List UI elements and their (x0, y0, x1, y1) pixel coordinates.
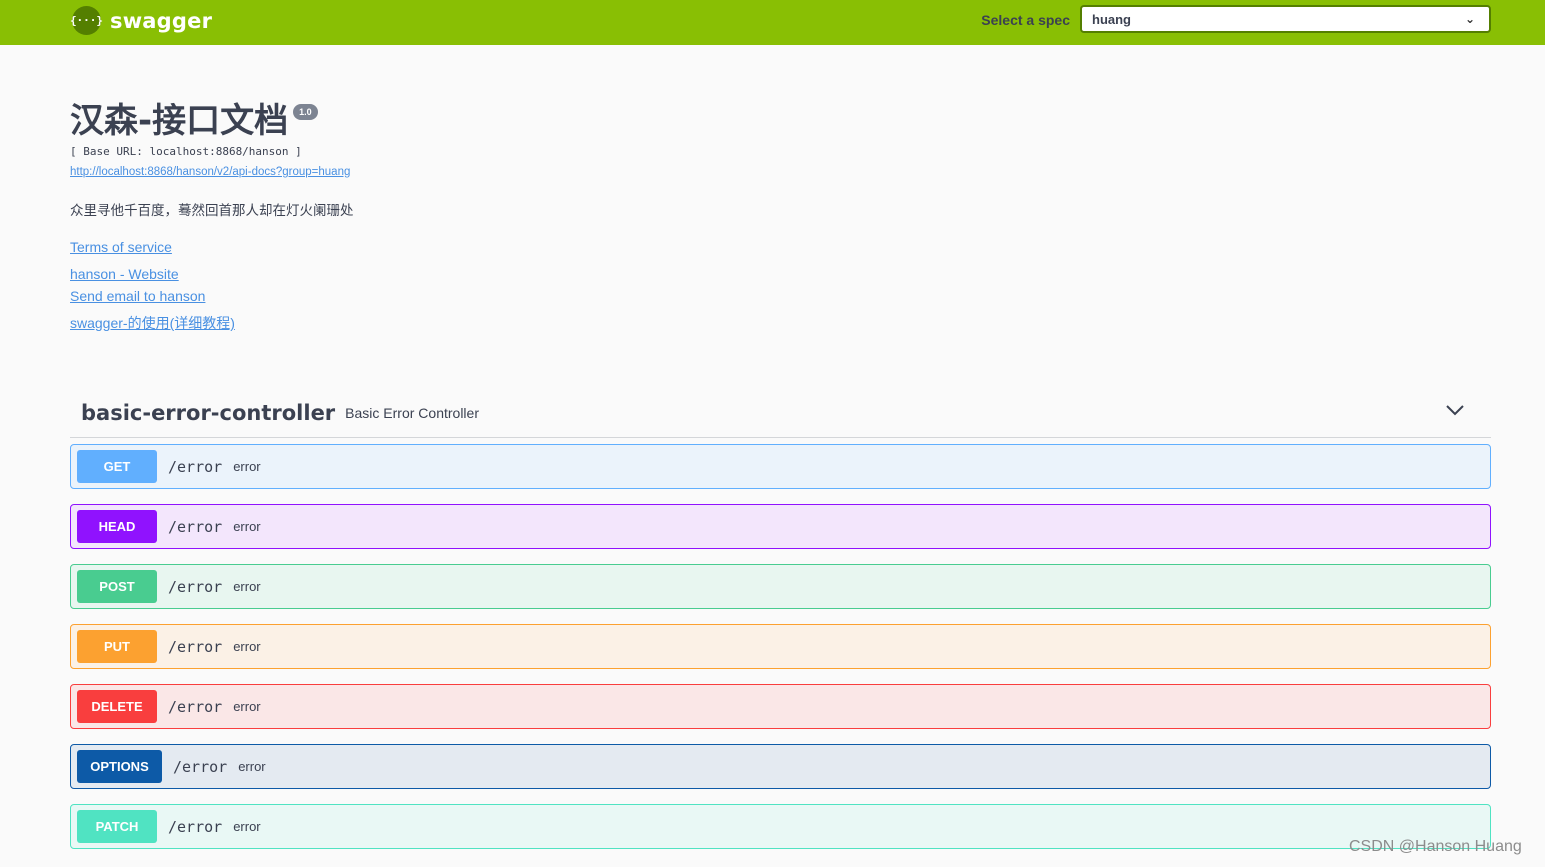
swagger-logo-icon: {···} (70, 6, 103, 35)
api-info: 汉森-接口文档 1.0 [ Base URL: localhost:8868/h… (70, 98, 970, 332)
website-link[interactable]: hanson - Website (70, 266, 970, 283)
operation-summary: error (233, 819, 261, 834)
watermark: CSDN @Hanson Huang (1349, 838, 1522, 855)
chevron-down-icon[interactable] (1445, 403, 1465, 417)
operation-path: /error (168, 517, 223, 536)
email-link[interactable]: Send email to hanson (70, 288, 970, 305)
operation-path: /error (168, 637, 223, 656)
base-url: [ Base URL: localhost:8868/hanson ] (70, 145, 302, 158)
operation-post[interactable]: POST /error error (70, 564, 1491, 609)
operation-summary: error (238, 759, 266, 774)
operation-options[interactable]: OPTIONS /error error (70, 744, 1491, 789)
method-badge: GET (77, 450, 157, 483)
operation-head[interactable]: HEAD /error error (70, 504, 1491, 549)
tag-description: Basic Error Controller (345, 404, 479, 421)
operation-patch[interactable]: PATCH /error error (70, 804, 1491, 849)
chevron-down-icon: ⌄ (1464, 12, 1475, 26)
method-badge: PUT (77, 630, 157, 663)
operation-summary: error (233, 459, 261, 474)
tag-section-header[interactable]: basic-error-controller Basic Error Contr… (70, 388, 1491, 438)
api-title: 汉森-接口文档 (70, 101, 289, 141)
operation-summary: error (233, 519, 261, 534)
topbar: {···} swagger Select a spec huang ⌄ (0, 0, 1545, 45)
swagger-logo[interactable]: {···} swagger (70, 6, 213, 35)
spec-select[interactable]: huang ⌄ (1080, 5, 1491, 33)
operation-summary: error (233, 699, 261, 714)
operation-path: /error (173, 757, 228, 776)
method-badge: HEAD (77, 510, 157, 543)
api-description: 众里寻他千百度，蓦然回首那人却在灯火阑珊处 (70, 203, 354, 218)
operation-path: /error (168, 577, 223, 596)
operation-summary: error (233, 639, 261, 654)
terms-of-service-link[interactable]: Terms of service (70, 239, 970, 256)
method-badge: POST (77, 570, 157, 603)
swagger-logo-text: swagger (110, 8, 213, 33)
operation-path: /error (168, 697, 223, 716)
operation-get[interactable]: GET /error error (70, 444, 1491, 489)
version-badge: 1.0 (293, 104, 318, 120)
spec-url-link[interactable]: http://localhost:8868/hanson/v2/api-docs… (70, 165, 970, 179)
operation-delete[interactable]: DELETE /error error (70, 684, 1491, 729)
docs-link[interactable]: swagger-的使用(详细教程) (70, 315, 970, 332)
operation-put[interactable]: PUT /error error (70, 624, 1491, 669)
operation-path: /error (168, 817, 223, 836)
operation-summary: error (233, 579, 261, 594)
method-badge: OPTIONS (77, 750, 162, 783)
method-badge: DELETE (77, 690, 157, 723)
tag-name: basic-error-controller (81, 400, 336, 425)
spec-select-value: huang (1092, 12, 1131, 27)
method-badge: PATCH (77, 810, 157, 843)
operation-path: /error (168, 457, 223, 476)
tag-section: basic-error-controller Basic Error Contr… (70, 388, 1491, 849)
select-spec-label: Select a spec (981, 12, 1070, 28)
